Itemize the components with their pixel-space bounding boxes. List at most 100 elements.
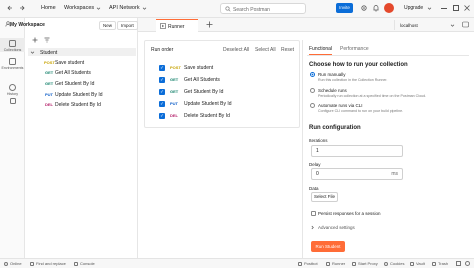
import-button[interactable]: Import — [117, 21, 138, 30]
environment-quick-look-icon[interactable] — [462, 21, 469, 28]
tab-runner[interactable]: Runner — [156, 19, 198, 32]
chevron-right-icon[interactable] — [310, 225, 315, 230]
option-description: Periodically run collection at a specifi… — [318, 94, 427, 98]
request-checkbox[interactable]: ✓ — [159, 88, 165, 95]
request-name: Update Student By Id — [184, 100, 232, 107]
run-order-label: Run order — [151, 47, 174, 53]
request-checkbox[interactable]: ✓ — [159, 100, 165, 107]
status-find-replace[interactable]: Find and replace — [30, 261, 66, 266]
layout-toggle-icon[interactable] — [456, 261, 461, 266]
method-badge: GET — [170, 77, 179, 82]
invite-button[interactable]: Invite — [336, 3, 353, 13]
option-description: Run this collection in the Collection Ru… — [318, 78, 388, 82]
radio-run-manually[interactable] — [310, 72, 315, 77]
search-bar[interactable]: Search Postman — [220, 3, 306, 14]
environment-selector[interactable]: localhost — [394, 20, 456, 30]
run-order-row[interactable]: ✓ DEL Delete Student By Id — [159, 111, 230, 120]
rail-item-configure[interactable] — [0, 96, 25, 106]
radio-automate-cli[interactable] — [310, 103, 315, 108]
status-console[interactable]: Console — [74, 261, 95, 266]
sidebar-request-item[interactable]: PUT Update Student By Id — [43, 91, 133, 98]
reset-button[interactable]: Reset — [281, 47, 294, 53]
rail-item-history[interactable]: History — [0, 82, 25, 96]
filter-icon[interactable] — [44, 37, 50, 43]
delay-input[interactable]: 0 ms — [311, 168, 403, 180]
run-order-row[interactable]: ✓ POST Save student — [159, 63, 213, 72]
chevron-down-icon — [142, 6, 147, 11]
sidebar-request-item[interactable]: DEL Delete Student By Id — [43, 101, 133, 108]
top-bar: Home Workspaces API Network Search Postm… — [0, 0, 474, 18]
advanced-settings-toggle[interactable]: Advanced settings — [318, 225, 355, 230]
method-badge: PUT — [45, 92, 53, 97]
back-arrow-icon[interactable] — [6, 4, 14, 12]
rail-item-collections[interactable]: Collections — [0, 38, 25, 52]
run-order-row[interactable]: ✓ GET Get All Students — [159, 75, 220, 84]
run-order-row[interactable]: ✓ GET Get Student By Id — [159, 87, 223, 96]
rail-item-environments[interactable]: Environments — [0, 56, 25, 70]
search-icon — [225, 6, 231, 12]
rail-label: Collections — [3, 48, 22, 52]
minimize-window-button[interactable] — [441, 8, 447, 9]
deselect-all-button[interactable]: Deselect All — [223, 47, 249, 53]
status-label: Console — [80, 261, 95, 266]
collections-icon — [9, 40, 16, 47]
tab-performance[interactable]: Performance — [340, 46, 369, 52]
sidebar-search[interactable] — [52, 36, 132, 44]
status-postbot[interactable]: Postbot — [298, 261, 318, 266]
status-label: Trash — [438, 261, 449, 266]
select-file-button[interactable]: Select File — [311, 192, 338, 202]
avatar[interactable] — [384, 3, 394, 13]
request-checkbox[interactable]: ✓ — [159, 76, 165, 83]
new-button[interactable]: New — [99, 21, 117, 30]
iterations-input[interactable]: 1 — [311, 145, 403, 157]
delay-unit: ms — [391, 171, 398, 177]
online-icon — [4, 261, 8, 266]
persist-checkbox[interactable] — [311, 211, 316, 216]
method-badge: PUT — [170, 101, 178, 106]
postbot-icon — [298, 261, 302, 266]
find-icon — [30, 261, 34, 266]
run-collection-button[interactable]: Run Student — [311, 241, 345, 252]
run-order-row[interactable]: ✓ PUT Update Student By Id — [159, 99, 232, 108]
sidebar: My Workspace New Import Student POST Sav… — [5, 18, 138, 258]
request-checkbox[interactable]: ✓ — [159, 64, 165, 71]
maximize-window-button[interactable] — [453, 5, 459, 11]
chevron-down-icon — [30, 50, 35, 55]
environment-name: localhost — [400, 22, 418, 28]
left-rail: Collections Environments History — [0, 18, 25, 258]
status-label: Postbot — [304, 261, 318, 266]
request-checkbox[interactable]: ✓ — [159, 112, 165, 119]
forward-arrow-icon[interactable] — [18, 4, 26, 12]
collection-item[interactable]: Student — [28, 48, 136, 56]
nav-home[interactable]: Home — [41, 5, 56, 11]
nav-workspaces[interactable]: Workspaces — [64, 5, 94, 11]
method-badge: POST — [44, 60, 55, 65]
add-icon[interactable] — [32, 37, 38, 43]
radio-schedule-runs[interactable] — [310, 88, 315, 93]
notifications-bell-icon[interactable] — [372, 4, 380, 12]
option-title: Run manually — [318, 72, 346, 77]
select-all-button[interactable]: Select All — [255, 47, 276, 53]
status-label: Cookies — [390, 261, 405, 266]
sidebar-request-item[interactable]: GET Get Student By Id — [43, 80, 133, 87]
help-icon[interactable] — [465, 261, 470, 266]
status-online[interactable]: Online — [4, 261, 22, 266]
status-start-proxy[interactable]: Start Proxy — [352, 261, 378, 266]
status-vault[interactable]: Vault — [410, 261, 425, 266]
status-label: Online — [10, 261, 22, 266]
sidebar-request-item[interactable]: POST Save student — [43, 59, 133, 66]
tab-functional[interactable]: Functional — [309, 46, 333, 55]
sidebar-request-item[interactable]: GET Get All Students — [43, 69, 133, 76]
trash-icon — [432, 261, 436, 266]
status-runner[interactable]: Runner — [326, 261, 345, 266]
nav-api-network[interactable]: API Network — [109, 5, 140, 11]
new-tab-plus-icon[interactable] — [206, 21, 213, 28]
method-badge: DEL — [45, 102, 53, 107]
workspace-name: My Workspace — [10, 22, 45, 28]
request-name: Get All Students — [55, 70, 91, 76]
status-cookies[interactable]: Cookies — [384, 261, 404, 266]
close-window-icon[interactable] — [464, 5, 470, 11]
rail-label: Environments — [1, 66, 24, 70]
settings-gear-icon[interactable] — [360, 4, 368, 12]
status-trash[interactable]: Trash — [432, 261, 448, 266]
